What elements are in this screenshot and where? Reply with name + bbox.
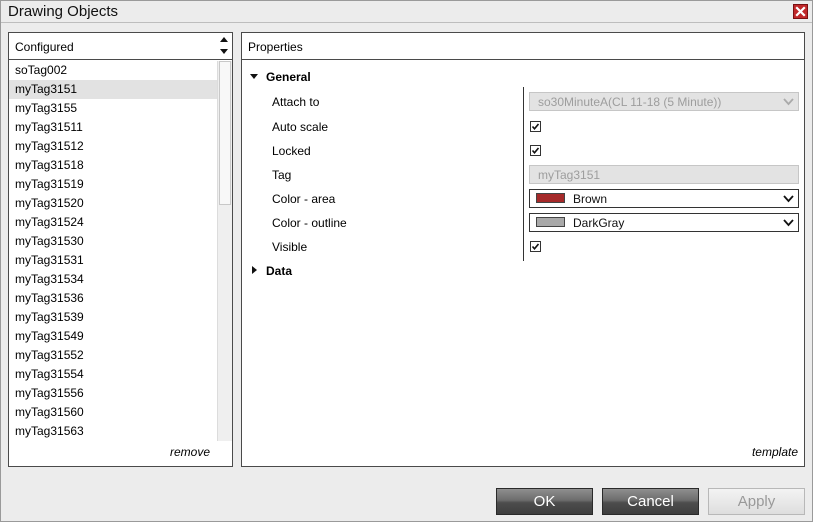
- list-item[interactable]: myTag3151: [9, 80, 217, 99]
- properties-header: Properties: [242, 33, 804, 60]
- list-item[interactable]: myTag31539: [9, 308, 217, 327]
- label-locked: Locked: [272, 144, 311, 158]
- list-item[interactable]: myTag31552: [9, 346, 217, 365]
- chevron-down-icon: [783, 98, 794, 106]
- locked-checkbox[interactable]: [530, 145, 541, 156]
- checkmark-icon: [531, 123, 540, 131]
- color-outline-swatch: [536, 217, 565, 227]
- color-outline-select[interactable]: DarkGray: [529, 213, 799, 232]
- configured-header: Configured: [9, 33, 232, 60]
- cancel-button[interactable]: Cancel: [602, 488, 699, 515]
- list-item[interactable]: soTag002: [9, 61, 217, 80]
- color-area-select[interactable]: Brown: [529, 189, 799, 208]
- list-item[interactable]: myTag31519: [9, 175, 217, 194]
- label-auto-scale: Auto scale: [272, 120, 329, 134]
- label-attach-to: Attach to: [272, 95, 320, 109]
- sort-arrows-icon[interactable]: [219, 35, 229, 57]
- grid-divider[interactable]: [523, 87, 524, 261]
- window-title: Drawing Objects: [8, 3, 119, 20]
- list-item[interactable]: myTag31560: [9, 403, 217, 422]
- label-color-outline: Color - outline: [272, 216, 347, 230]
- color-area-swatch: [536, 193, 565, 203]
- tag-input[interactable]: myTag3151: [529, 165, 799, 184]
- visible-checkbox[interactable]: [530, 241, 541, 252]
- configured-panel: Configured soTag002 myTag3151 myTag3155 myT…: [8, 32, 233, 467]
- list-item[interactable]: myTag31549: [9, 327, 217, 346]
- remove-link[interactable]: remove: [170, 445, 210, 459]
- label-tag: Tag: [272, 168, 292, 182]
- expanded-triangle-icon: [250, 74, 258, 79]
- attach-to-value: so30MinuteA(CL 11-18 (5 Minute)): [538, 95, 722, 109]
- list-item[interactable]: myTag31524: [9, 213, 217, 232]
- tag-value: myTag3151: [538, 168, 601, 182]
- list-item[interactable]: myTag31520: [9, 194, 217, 213]
- list-item[interactable]: myTag3155: [9, 99, 217, 118]
- close-button[interactable]: [793, 4, 808, 19]
- label-color-area: Color - area: [272, 192, 336, 206]
- collapsed-triangle-icon: [252, 266, 257, 274]
- group-general-label: General: [266, 70, 311, 84]
- attach-to-select[interactable]: so30MinuteA(CL 11-18 (5 Minute)): [529, 92, 799, 111]
- list-item[interactable]: myTag31530: [9, 232, 217, 251]
- list-item[interactable]: myTag31531: [9, 251, 217, 270]
- group-data-label: Data: [266, 264, 293, 278]
- ok-button[interactable]: OK: [496, 488, 593, 515]
- properties-title: Properties: [248, 40, 303, 54]
- color-area-value: Brown: [573, 192, 608, 206]
- list-item[interactable]: myTag31554: [9, 365, 217, 384]
- properties-panel: Properties General Attach to Auto scale …: [241, 32, 805, 467]
- configured-list: soTag002 myTag3151 myTag3155 myTag31511 myTa…: [9, 61, 217, 441]
- checkmark-icon: [531, 147, 540, 155]
- color-outline-value: DarkGray: [573, 216, 625, 230]
- close-icon: [795, 6, 806, 17]
- label-visible: Visible: [272, 240, 308, 254]
- checkmark-icon: [531, 243, 540, 251]
- list-item[interactable]: myTag31518: [9, 156, 217, 175]
- apply-button[interactable]: Apply: [708, 488, 805, 515]
- list-item[interactable]: myTag31536: [9, 289, 217, 308]
- chevron-down-icon: [783, 219, 794, 227]
- list-scrollbar[interactable]: [217, 61, 232, 441]
- chevron-down-icon: [783, 195, 794, 203]
- list-item[interactable]: myTag31534: [9, 270, 217, 289]
- template-link[interactable]: template: [752, 445, 798, 459]
- title-bar: Drawing Objects: [0, 0, 813, 23]
- list-item[interactable]: myTag31563: [9, 422, 217, 441]
- configured-title: Configured: [15, 40, 74, 54]
- list-item[interactable]: myTag31512: [9, 137, 217, 156]
- scrollbar-thumb[interactable]: [219, 61, 231, 205]
- list-item[interactable]: myTag31556: [9, 384, 217, 403]
- auto-scale-checkbox[interactable]: [530, 121, 541, 132]
- list-item[interactable]: myTag31511: [9, 118, 217, 137]
